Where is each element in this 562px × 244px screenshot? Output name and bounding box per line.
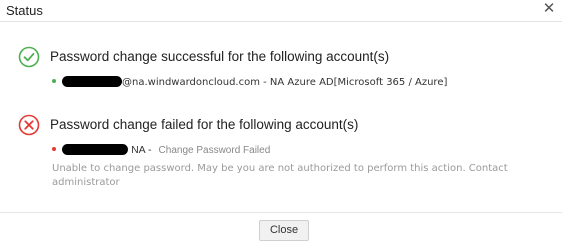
bullet-icon xyxy=(52,147,56,152)
success-account-row: @na.windwardoncloud.com - NA Azure AD[Mi… xyxy=(52,75,448,94)
failed-account-row: NA - Change Password Failed xyxy=(52,143,271,162)
success-account-domain: @na.windwardoncloud.com - NA Azure AD[Mi… xyxy=(122,77,448,88)
redacted-username xyxy=(62,75,122,87)
close-icon[interactable]: ✕ xyxy=(542,1,556,17)
redacted-username xyxy=(62,143,128,155)
dialog-title: Status xyxy=(6,3,43,18)
x-circle-icon xyxy=(18,114,40,136)
check-circle-icon xyxy=(18,46,40,68)
status-dialog: Status ✕ Password change successful for … xyxy=(0,0,562,244)
close-button[interactable]: Close xyxy=(259,220,309,241)
success-heading: Password change successful for the follo… xyxy=(50,49,390,64)
failed-heading: Password change failed for the following… xyxy=(50,117,359,132)
dialog-footer: Close xyxy=(0,212,562,244)
failed-account-status: Change Password Failed xyxy=(158,145,271,156)
failure-reason-text: Unable to change password. May be you ar… xyxy=(52,163,508,188)
failed-account-name: NA - xyxy=(131,144,152,156)
dialog-header: Status ✕ xyxy=(0,0,562,22)
bullet-icon xyxy=(52,79,56,84)
